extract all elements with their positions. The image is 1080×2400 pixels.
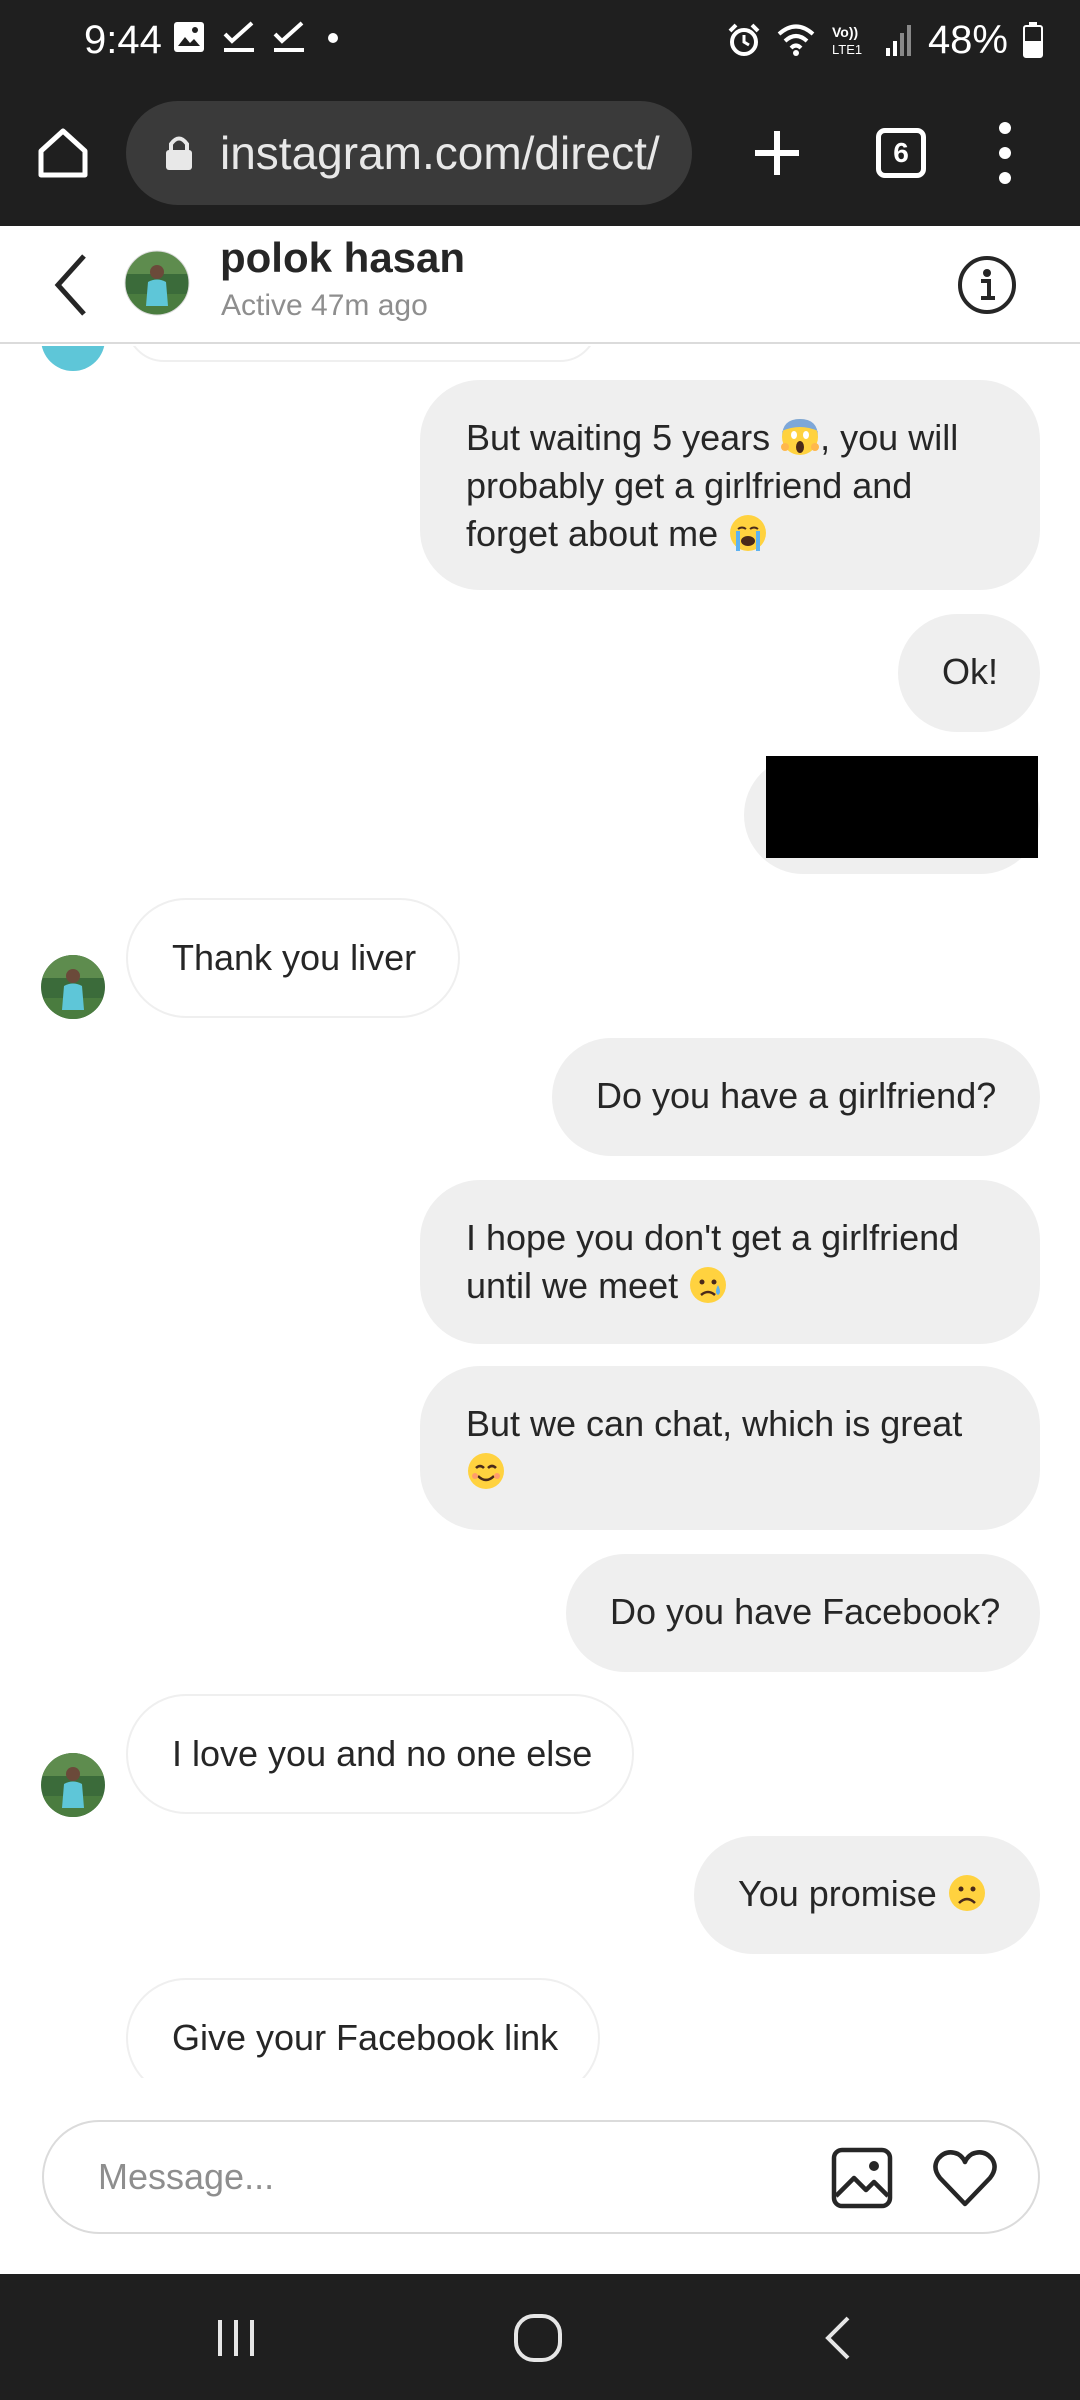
message-text: Ok! — [942, 651, 999, 692]
avatar[interactable] — [40, 1752, 106, 1818]
sad-tear-emoji-icon — [690, 1267, 727, 1303]
message-bubble-sent[interactable]: I hope you don't get a girlfriend until … — [420, 1180, 1040, 1344]
gallery-icon[interactable] — [830, 2146, 894, 2210]
message-text: But we can chat, which is great — [466, 1403, 963, 1444]
alarm-icon — [728, 23, 760, 56]
message-bubble-partial — [126, 346, 598, 362]
crying-emoji-icon — [730, 515, 767, 551]
message-bubble-sent[interactable]: Ok! — [898, 614, 1040, 732]
browser-menu-button[interactable] — [990, 122, 1020, 184]
new-tab-button[interactable] — [744, 120, 810, 186]
message-text: But waiting 5 years — [466, 417, 781, 458]
message-bubble-sent[interactable]: You promise — [694, 1836, 1040, 1954]
heart-icon[interactable] — [932, 2148, 998, 2208]
status-right: Vo)) LTE1 48% — [726, 16, 1044, 64]
message-text: I hope you don't get a girlfriend — [466, 1217, 960, 1258]
message-input[interactable] — [96, 2144, 796, 2210]
battery-percent: 48% — [927, 18, 1008, 62]
url-text: instagram.com/direct/ — [220, 127, 660, 179]
message-text: probably get a girlfriend and — [466, 465, 913, 506]
dot-icon — [999, 172, 1011, 184]
message-text: until we meet — [466, 1265, 689, 1306]
scream-emoji-icon — [781, 419, 820, 455]
tab-switcher-button[interactable]: 6 — [876, 128, 926, 178]
back-nav-button[interactable] — [810, 2310, 870, 2366]
message-text: Give your Facebook link — [172, 2017, 559, 2058]
back-nav-icon — [825, 2316, 850, 2360]
avatar[interactable] — [124, 250, 190, 316]
dot-icon — [999, 147, 1011, 159]
signal-icon — [885, 25, 911, 56]
contact-name[interactable]: polok hasan — [220, 234, 465, 282]
wifi-icon — [777, 24, 815, 56]
smiling-emoji-icon — [468, 1453, 504, 1489]
home-nav-button[interactable] — [508, 2310, 568, 2366]
back-arrow-icon[interactable] — [46, 250, 96, 320]
battery-icon — [1023, 22, 1043, 58]
message-thread[interactable]: But waiting 5 years , you will probably … — [0, 346, 1080, 2078]
volte-icon: Vo)) LTE1 — [832, 24, 862, 57]
redaction-box — [766, 756, 1038, 858]
message-bubble-received[interactable]: I love you and no one else — [126, 1694, 634, 1814]
image-icon — [174, 22, 204, 52]
message-bubble-received[interactable]: Thank you liver — [126, 898, 460, 1018]
chat-header: polok hasan Active 47m ago — [0, 226, 1080, 344]
frowning-emoji-icon — [948, 1875, 985, 1911]
home-button[interactable] — [30, 120, 96, 186]
message-text: Do you have a girlfriend? — [596, 1075, 997, 1116]
plus-icon — [755, 131, 799, 175]
message-bubble-sent[interactable]: Do you have Facebook? — [566, 1554, 1040, 1672]
check-icon — [223, 21, 254, 52]
lock-icon — [166, 136, 192, 170]
home-icon — [38, 128, 88, 178]
message-composer — [42, 2120, 1040, 2234]
svg-text:Vo)): Vo)) — [832, 24, 858, 40]
browser-toolbar: instagram.com/direct/ 6 — [0, 80, 1080, 226]
active-status: Active 47m ago — [221, 289, 428, 322]
message-text: , you will — [820, 417, 959, 458]
home-nav-icon — [514, 2314, 562, 2362]
avatar[interactable] — [40, 954, 106, 1020]
check-icon — [273, 21, 304, 52]
dot-icon — [328, 33, 338, 43]
system-navigation-bar — [0, 2274, 1080, 2400]
recents-icon — [218, 2320, 254, 2356]
message-text: Do you have Facebook? — [610, 1591, 1001, 1632]
message-text: You promise — [738, 1873, 947, 1914]
svg-text:LTE1: LTE1 — [832, 42, 862, 57]
message-bubble-sent[interactable]: But we can chat, which is great — [420, 1366, 1040, 1530]
message-bubble-sent[interactable]: But waiting 5 years , you will probably … — [420, 380, 1040, 590]
status-bar: 9:44 Vo)) LTE1 48% — [0, 0, 1080, 80]
avatar — [41, 346, 105, 371]
status-time: 9:44 — [84, 18, 162, 62]
dot-icon — [999, 122, 1011, 134]
message-bubble-sent[interactable]: Do you have a girlfriend? — [552, 1038, 1040, 1156]
address-bar[interactable]: instagram.com/direct/ — [126, 101, 692, 205]
message-text: I love you and no one else — [172, 1733, 593, 1774]
message-text: forget about me — [466, 513, 729, 554]
notification-icons — [172, 20, 344, 54]
info-icon[interactable] — [956, 254, 1018, 316]
message-bubble-received[interactable]: Give your Facebook link — [126, 1978, 600, 2078]
recents-button[interactable] — [206, 2310, 266, 2366]
message-text: Thank you liver — [172, 937, 417, 978]
